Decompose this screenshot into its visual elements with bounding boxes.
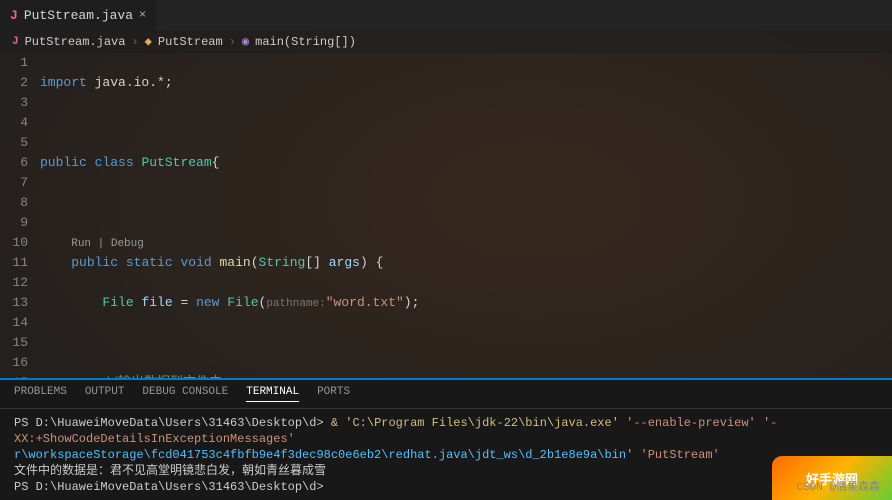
tab-ports[interactable]: PORTS <box>317 386 350 402</box>
keyword: class <box>95 155 134 170</box>
tab-bar: J PutStream.java × <box>0 0 892 30</box>
tab-debug-console[interactable]: DEBUG CONSOLE <box>142 386 228 402</box>
terminal-text: '--enable-preview' <box>626 416 756 430</box>
java-file-icon: J <box>10 8 18 23</box>
keyword: void <box>180 255 211 270</box>
param: args <box>329 255 360 270</box>
method-name: main <box>220 255 251 270</box>
string: "word.txt" <box>326 295 404 310</box>
terminal-text: 'C:\Program Files\jdk-22\bin\java.exe' <box>345 416 619 430</box>
tab-filename: PutStream.java <box>24 8 133 23</box>
breadcrumb-file[interactable]: PutStream.java <box>25 35 126 49</box>
terminal-text: 'PutStream' <box>641 448 720 462</box>
code-content[interactable]: import java.io.*; public class PutStream… <box>40 53 892 378</box>
tab-output[interactable]: OUTPUT <box>85 386 125 402</box>
keyword: public <box>40 155 87 170</box>
class-name: PutStream <box>141 155 211 170</box>
variable: file <box>141 295 172 310</box>
codelens-run[interactable]: Run | Debug <box>71 238 144 250</box>
code-text: java.io.*; <box>87 75 173 90</box>
terminal-text: r\workspaceStorage\fcd041753c4fbfb9e4f3d… <box>14 448 633 462</box>
close-icon[interactable]: × <box>139 8 146 22</box>
keyword: static <box>126 255 173 270</box>
method-icon: ◉ <box>242 34 249 49</box>
terminal-prompt: PS D:\HuaweiMoveData\Users\31463\Desktop… <box>14 416 324 430</box>
inlay-hint: pathname: <box>266 298 325 310</box>
chevron-right-icon: › <box>131 35 138 49</box>
code-editor[interactable]: 1234567891011121314151617 import java.io… <box>0 53 892 378</box>
type: File <box>102 295 133 310</box>
tab-terminal[interactable]: TERMINAL <box>246 386 299 402</box>
keyword: new <box>196 295 219 310</box>
breadcrumb: J PutStream.java › ◆ PutStream › ◉ main(… <box>0 30 892 53</box>
terminal-text: & <box>331 416 338 430</box>
keyword: import <box>40 75 87 90</box>
line-gutter: 1234567891011121314151617 <box>0 53 40 378</box>
keyword: public <box>71 255 118 270</box>
csdn-watermark: CSDN @情果森森 <box>796 478 880 494</box>
panel-tabs: PROBLEMS OUTPUT DEBUG CONSOLE TERMINAL P… <box>0 380 892 409</box>
terminal-output-line: 文件中的数据是：君不见高堂明镜悲白发，朝如青丝暮成雪 <box>14 464 326 478</box>
breadcrumb-class[interactable]: PutStream <box>158 35 223 49</box>
editor-tab[interactable]: J PutStream.java × <box>0 0 157 30</box>
terminal-output[interactable]: PS D:\HuaweiMoveData\Users\31463\Desktop… <box>0 409 892 500</box>
terminal-prompt: PS D:\HuaweiMoveData\Users\31463\Desktop… <box>14 480 324 494</box>
java-file-icon: J <box>12 36 19 48</box>
class-icon: ◆ <box>145 34 152 49</box>
type: String <box>259 255 306 270</box>
bottom-panel: PROBLEMS OUTPUT DEBUG CONSOLE TERMINAL P… <box>0 380 892 500</box>
breadcrumb-method[interactable]: main(String[]) <box>255 35 356 49</box>
type: File <box>227 295 258 310</box>
tab-problems[interactable]: PROBLEMS <box>14 386 67 402</box>
chevron-right-icon: › <box>229 35 236 49</box>
